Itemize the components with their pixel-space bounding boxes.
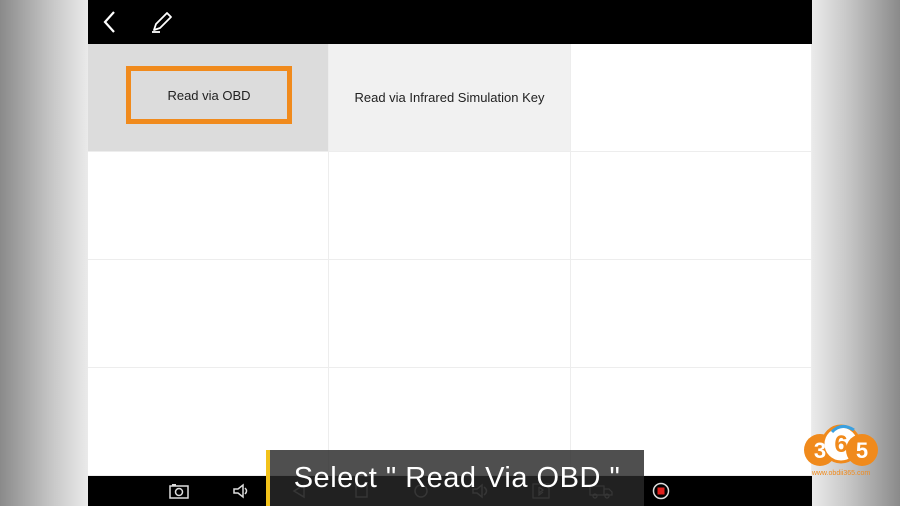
svg-text:6: 6 [834, 431, 847, 458]
video-caption: Select " Read Via OBD " [266, 450, 644, 506]
read-via-infrared-option[interactable]: Read via Infrared Simulation Key [329, 44, 571, 152]
chevron-left-icon[interactable] [96, 8, 124, 36]
pencil-icon[interactable] [148, 8, 176, 36]
read-via-obd-option[interactable]: Read via OBD [88, 44, 329, 152]
empty-cell [571, 260, 812, 368]
watermark-site: www.obdii365.com [811, 470, 871, 477]
empty-cell [88, 260, 329, 368]
option-grid: Read via OBD Read via Infrared Simulatio… [88, 44, 812, 476]
obdii365-logo: 3 6 5 [804, 424, 878, 466]
empty-cell [88, 152, 329, 260]
volume-down-icon[interactable] [230, 481, 252, 501]
selection-highlight: Read via OBD [126, 66, 292, 124]
screenshot-icon[interactable] [168, 481, 190, 501]
empty-cell [329, 260, 571, 368]
empty-cell [571, 152, 812, 260]
caption-text: Select " Read Via OBD " [293, 461, 621, 494]
tablet-screen: Read via OBD Read via Infrared Simulatio… [88, 0, 812, 506]
read-via-infrared-label: Read via Infrared Simulation Key [354, 90, 545, 105]
empty-cell [329, 152, 571, 260]
svg-text:3: 3 [814, 438, 826, 463]
top-bar [88, 0, 812, 44]
record-icon[interactable] [650, 481, 672, 501]
svg-text:5: 5 [856, 438, 868, 463]
brand-watermark: 3 6 5 www.obdii365.com [798, 418, 884, 482]
empty-cell [571, 44, 812, 152]
read-via-obd-label: Read via OBD [167, 87, 251, 103]
